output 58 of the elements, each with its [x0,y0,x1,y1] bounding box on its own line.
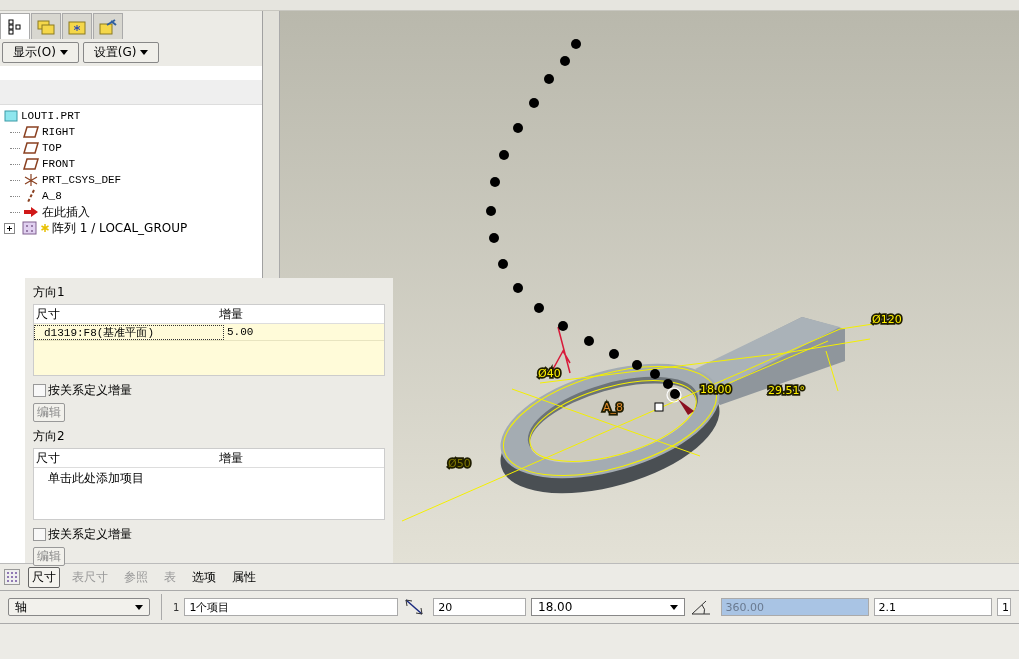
dashboard-tab[interactable]: 属性 [228,566,260,588]
dashboard-tab[interactable]: 尺寸 [28,566,60,588]
menu-button[interactable]: 设置(G) [82,42,160,63]
menu-button[interactable]: 显示(O) [2,42,79,63]
add-item-hint[interactable]: 单击此处添加项目 [34,468,384,489]
dimension-label: Ø40 [538,367,561,380]
tree-item[interactable]: 在此插入 [4,204,258,220]
part-icon [4,110,18,122]
dimension-label: 18.00 [700,383,732,396]
tree-item[interactable]: TOP [4,140,258,156]
dimension-table[interactable]: 尺寸 增量 单击此处添加项目 [33,448,385,520]
dashboard-tab[interactable]: 选项 [188,566,220,588]
datum-plane-icon [23,158,39,170]
section-title: 方向2 [33,428,66,445]
tree-item[interactable]: PRT_CSYS_DEF [4,172,258,188]
datum-plane-icon [23,126,39,138]
tree-item[interactable]: RIGHT [4,124,258,140]
checkbox[interactable] [33,528,46,541]
grid-group-icon [22,221,38,235]
folders-icon [37,18,55,35]
column-header[interactable]: 增量 [216,449,384,467]
column-header[interactable]: 尺寸 [34,449,216,467]
pattern-type-dropdown[interactable]: 轴 [8,598,151,616]
input-field[interactable]: 2.1 [873,598,992,616]
diagonal-arrows-icon [402,597,425,617]
direction-arrow-icon [678,399,694,415]
panel-tab[interactable] [0,13,30,39]
input-field[interactable]: 1 [997,598,1011,616]
checkbox-label: 按关系定义增量 [48,382,132,399]
tree-item[interactable]: LOUTI.PRT [4,108,258,124]
dimension-label: 29.51° [768,384,805,397]
reference-field[interactable]: 1个项目 [184,598,398,616]
drag-handle-icon[interactable] [654,402,664,412]
tree-icon [8,18,22,35]
arrow-icon [23,206,39,218]
checkbox-label: 按关系定义增量 [48,526,132,543]
dimension-label: Ø120 [872,313,902,326]
datum-plane-icon [23,142,39,154]
tree-item[interactable]: FRONT [4,156,258,172]
member-count-field[interactable]: 20 [433,598,526,616]
table-cell[interactable]: d1319:F8(基准平面) [34,324,224,340]
coordinate-system-icon [23,173,39,187]
dimension-table[interactable]: 尺寸 增量 d1319:F8(基准平面) 5.00 [33,304,385,376]
expand-icon[interactable] [4,222,15,234]
tree-item[interactable]: A_8 [4,188,258,204]
asterisk-icon [41,223,49,233]
angle-dropdown[interactable]: 18.00 [531,598,685,616]
grid-icon[interactable] [4,569,20,585]
column-header[interactable]: 增量 [216,305,384,323]
count-label: 1 [173,601,180,613]
tree-item[interactable]: 阵列 1 / LOCAL_GROUP [4,220,258,236]
column-header[interactable]: 尺寸 [34,305,216,323]
checkbox[interactable] [33,384,46,397]
dimension-label: A_8 [603,401,624,414]
folder-tools-icon [99,18,117,35]
table-cell[interactable]: 5.00 [224,326,384,338]
section-title: 方向1 [33,284,66,301]
dimension-label: Ø50 [448,457,471,470]
